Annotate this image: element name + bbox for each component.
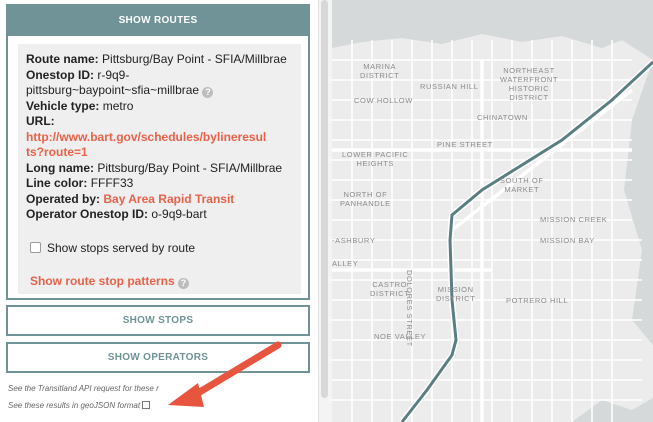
map-label-pine-street: PINE STREET — [437, 140, 493, 149]
api-request-link[interactable]: See the Transitland API request for thes… — [8, 384, 159, 393]
show-stops-checkbox[interactable] — [30, 242, 41, 253]
operated-by-row: Operated by: Bay Area Rapid Transit — [26, 192, 293, 208]
onestop-id-row-2: pittsburg~baypoint~sfia~millbrae ? — [26, 83, 293, 99]
route-patterns-row: Show route stop patterns ? — [30, 274, 190, 290]
onestop-id-row: Onestop ID: r-9q9- — [26, 68, 293, 84]
map-label-northeast: NORTHEAST WATERFRONT HISTORIC DISTRICT — [500, 66, 559, 102]
vehicle-type-value: metro — [102, 98, 134, 113]
sidebar-panel: SHOW ROUTES Route name: Pittsburg/Bay Po… — [0, 0, 318, 422]
map-label-mission: MISSION DISTRICT — [436, 285, 476, 303]
onestop-id-value-2: pittsburg~baypoint~sfia~millbrae — [26, 83, 200, 97]
map-label-mission-bay: MISSION BAY — [540, 236, 595, 245]
route-url-link[interactable]: http://www.bart.gov/schedules/bylineresu… — [26, 130, 266, 144]
map-label-lower-pacific: LOWER PACIFIC HEIGHTS — [342, 150, 409, 168]
map-label-north-panhandle: NORTH OF PANHANDLE — [340, 190, 391, 208]
map-label-potrero: POTRERO HILL — [506, 296, 569, 305]
map-label-castro: CASTRO DISTRICT — [370, 280, 410, 298]
operator-link[interactable]: Bay Area Rapid Transit — [103, 192, 234, 206]
operated-by-label: Operated by: — [26, 191, 101, 206]
vehicle-type-row: Vehicle type: metro — [26, 99, 293, 115]
map-label-mission-creek: MISSION CREEK — [540, 215, 608, 224]
operator-id-value: o-9q9-bart — [151, 207, 207, 221]
show-stops-button[interactable]: SHOW STOPS — [6, 305, 310, 336]
url-row-2: ts?route=1 — [26, 145, 293, 161]
operator-id-row: Operator Onestop ID: o-9q9-bart — [26, 207, 293, 223]
patterns-info-icon[interactable]: ? — [178, 278, 190, 289]
map-label-chinatown: CHINATOWN — [477, 113, 528, 122]
show-stops-checkbox-label: Show stops served by route — [47, 241, 196, 255]
show-routes-button[interactable]: SHOW ROUTES — [8, 6, 308, 36]
onestop-id-value-1: r-9q9- — [97, 67, 130, 82]
long-name-row: Long name: Pittsburg/Bay Point - SFIA/Mi… — [26, 161, 293, 177]
url-label: URL: — [26, 114, 55, 128]
long-name-label: Long name: — [26, 160, 94, 175]
route-name-row: Route name: Pittsburg/Bay Point - SFIA/M… — [26, 52, 293, 68]
route-details-card: Route name: Pittsburg/Bay Point - SFIA/M… — [18, 44, 301, 294]
route-url-link-cont[interactable]: ts?route=1 — [26, 145, 88, 159]
arrow-annotation — [168, 341, 282, 407]
line-color-label: Line color: — [26, 176, 88, 190]
map-view[interactable]: MARINA DISTRICT NORTHEAST WATERFRONT HISTOR… — [332, 0, 653, 422]
map-label-russian-hill: RUSSIAN HILL — [420, 82, 479, 91]
info-icon[interactable]: ? — [202, 87, 214, 98]
line-color-row: Line color: FFFF33 — [26, 176, 293, 192]
map-label-south-market: SOUTH OF MARKET — [500, 176, 544, 194]
onestop-id-label: Onestop ID: — [26, 67, 94, 82]
geojson-link[interactable]: See these results in geoJSON format — [8, 401, 151, 410]
long-name-value: Pittsburg/Bay Point - SFIA/Millbrae — [97, 160, 283, 175]
map-label-marina: MARINA DISTRICT — [360, 62, 400, 80]
external-link-icon — [142, 401, 151, 409]
map-label-cow-hollow: COW HOLLOW — [354, 96, 413, 105]
url-row: URL: http://www.bart.gov/schedules/bylin… — [26, 114, 293, 145]
operator-id-label: Operator Onestop ID: — [26, 207, 149, 221]
scrollbar-thumb[interactable] — [321, 0, 328, 398]
vehicle-type-label: Vehicle type: — [26, 98, 100, 113]
map-label-ashbury: -ASHBURY — [332, 236, 376, 245]
routes-section: SHOW ROUTES Route name: Pittsburg/Bay Po… — [6, 4, 310, 300]
line-color-value: FFFF33 — [90, 176, 134, 190]
route-name-value: Pittsburg/Bay Point - SFIA/Millbrae — [102, 52, 287, 66]
show-route-stop-patterns-link[interactable]: Show route stop patterns — [30, 274, 175, 288]
map-label-noe-valley: NOE VALLEY — [374, 332, 427, 341]
geojson-link-text: See these results in geoJSON format — [8, 401, 141, 410]
route-name-label: Route name: — [26, 52, 99, 66]
map-label-alley: ALLEY — [332, 259, 359, 268]
show-stops-checkbox-row[interactable]: Show stops served by route — [30, 241, 195, 257]
